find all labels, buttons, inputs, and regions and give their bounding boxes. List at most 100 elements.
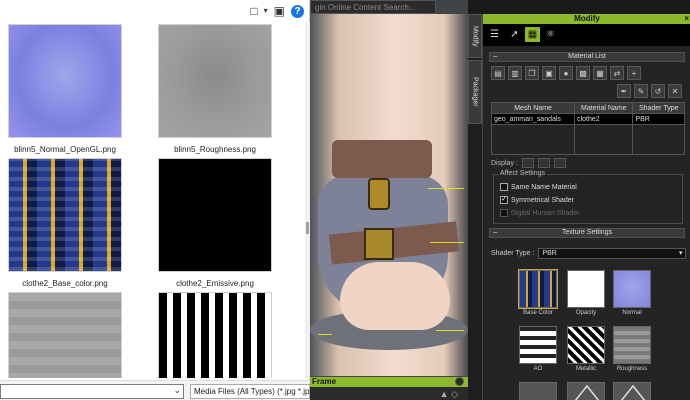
texture-settings-header[interactable]: − Texture Settings — [489, 228, 685, 238]
3d-viewport[interactable]: gin Online Content Search... Frame ▲ ◇ — [310, 0, 468, 400]
file-tile[interactable] — [158, 292, 272, 378]
texture-slot-empty[interactable] — [613, 382, 651, 400]
display-mode-button[interactable] — [553, 158, 566, 168]
section-title: Material List — [568, 53, 606, 60]
shader-type-select[interactable]: PBR ▾ — [538, 248, 687, 259]
chevron-down-icon: ▾ — [678, 250, 683, 257]
texture-thumbnail[interactable] — [519, 382, 557, 400]
sliders-icon[interactable]: ☰ — [487, 27, 502, 42]
display-row: Display : — [491, 158, 566, 168]
preview-pane-icon[interactable]: ▣ — [274, 4, 285, 18]
eyedropper-icon[interactable]: ✒ — [617, 84, 631, 98]
section-title: Texture Settings — [561, 229, 613, 236]
file-tile[interactable] — [8, 292, 122, 378]
reset-icon[interactable]: ↺ — [651, 84, 665, 98]
help-button[interactable]: ? — [291, 4, 304, 18]
panel-title: Modify — [574, 14, 600, 23]
load-material-icon[interactable]: ▤ — [491, 66, 505, 80]
file-caption: clothe2_Emissive.png — [176, 279, 254, 288]
same-name-material-checkbox[interactable]: Same Name Material — [500, 183, 577, 191]
atom-icon[interactable]: ⚛ — [543, 27, 558, 42]
selection-guide-line — [430, 242, 464, 243]
shader-type-label: Shader Type : — [491, 250, 535, 257]
toes-render — [340, 262, 450, 330]
shader-type-row: Shader Type : PBR ▾ — [491, 248, 687, 259]
file-tile[interactable]: blinn5_Normal_OpenGL.png — [8, 24, 122, 154]
save-material-icon[interactable]: ▥ — [508, 66, 522, 80]
checkbox-box[interactable] — [500, 183, 508, 191]
checkbox-label: Digital Human Shader — [511, 209, 580, 217]
file-tile[interactable]: clothe2_Base_color.png — [8, 158, 122, 288]
grid-icon[interactable]: ▦ — [593, 66, 607, 80]
selection-guide-line — [436, 330, 464, 331]
material-tool-row-1: ▤ ▥ ❐ ▣ ● ▩ ▦ ⇄ + — [491, 66, 641, 82]
display-mode-button[interactable] — [521, 158, 534, 168]
table-empty-area — [490, 124, 685, 155]
view-mode-icon[interactable]: □ — [250, 4, 257, 18]
material-table: Mesh Name Material Name Shader Type geo_… — [490, 102, 685, 155]
file-thumbnail — [8, 24, 122, 138]
thumbnail-grid: blinn5_Normal_OpenGL.png blinn5_Roughnes… — [0, 22, 306, 378]
content-search-input[interactable]: gin Online Content Search... — [310, 0, 436, 14]
paste-material-icon[interactable]: ▣ — [542, 66, 556, 80]
texture-thumbnail[interactable] — [567, 382, 605, 400]
texture-slot-opacity[interactable]: Opacity — [567, 270, 605, 316]
texture-thumbnail[interactable] — [567, 270, 605, 308]
file-thumbnail — [158, 24, 272, 138]
modify-panel: Modify × ☰ ➚ ▦ ⚛ − Material List ▤ ▥ ❐ ▣… — [482, 14, 690, 400]
texture-slot-empty[interactable] — [519, 382, 557, 400]
texture-label: AO — [533, 366, 543, 372]
checkbox-label: Symmetrical Shader — [511, 196, 575, 204]
shader-type-cell: PBR — [632, 113, 685, 125]
column-header[interactable]: Material Name — [574, 102, 634, 114]
table-row[interactable]: geo_amman_sandals clothe2 PBR — [490, 113, 685, 125]
texture-thumbnail[interactable] — [613, 326, 651, 364]
symmetrical-shader-checkbox[interactable]: ✓ Symmetrical Shader — [500, 196, 574, 204]
column-header[interactable]: Mesh Name — [490, 102, 576, 114]
material-list-header[interactable]: − Material List — [489, 52, 685, 62]
texture-thumbnail[interactable] — [519, 326, 557, 364]
column-header[interactable]: Shader Type — [632, 102, 685, 114]
texture-slot-metallic[interactable]: Metallic — [567, 326, 605, 372]
tab-packager[interactable]: Packager — [468, 60, 482, 124]
file-thumbnail — [8, 292, 122, 378]
swap-icon[interactable]: ⇄ — [610, 66, 624, 80]
add-icon[interactable]: + — [627, 66, 641, 80]
checkbox-label: Same Name Material — [511, 183, 577, 191]
texture-thumbnail[interactable] — [518, 269, 558, 309]
texture-thumbnail[interactable] — [613, 382, 651, 400]
material-tool-row-2: ✒ ✎ ↺ ✕ — [617, 84, 682, 100]
delete-icon[interactable]: ✕ — [668, 84, 682, 98]
close-icon[interactable]: × — [684, 14, 689, 24]
file-tile[interactable]: clothe2_Emissive.png — [158, 158, 272, 288]
texture-thumbnail[interactable] — [613, 270, 651, 308]
channel-icon[interactable]: ▩ — [576, 66, 590, 80]
paint-icon[interactable]: ✎ — [634, 84, 648, 98]
view-mode-dropdown-icon[interactable]: ▾ — [264, 4, 268, 18]
copy-material-icon[interactable]: ❐ — [525, 66, 539, 80]
scrollbar-thumb[interactable] — [306, 222, 309, 234]
texture-slot-empty[interactable] — [567, 382, 605, 400]
file-tile[interactable]: blinn5_Roughness.png — [158, 24, 272, 154]
frame-close-icon[interactable] — [455, 377, 464, 386]
frame-nav-icons[interactable]: ▲ ◇ — [440, 389, 458, 400]
collapse-icon[interactable]: − — [493, 53, 498, 61]
collapse-icon[interactable]: − — [493, 229, 498, 237]
texture-slot-base-color[interactable]: Base Color — [518, 269, 558, 316]
shader-ball-icon[interactable]: ● — [559, 66, 573, 80]
checkbox-box[interactable]: ✓ — [500, 196, 508, 204]
side-tab-strip: Modify Packager — [468, 14, 482, 400]
texture-thumbnail[interactable] — [567, 326, 605, 364]
filetype-select[interactable]: Media Files (All Types) (*.jpg *.jp — [190, 384, 310, 399]
texture-slot-normal[interactable]: Normal — [613, 270, 651, 316]
display-mode-button[interactable] — [537, 158, 550, 168]
tab-modify[interactable]: Modify — [468, 14, 482, 58]
digital-human-shader-checkbox: Digital Human Shader — [500, 209, 579, 217]
filename-input[interactable] — [0, 384, 184, 399]
material-checker-icon[interactable]: ▦ — [525, 27, 540, 42]
texture-slot-ao[interactable]: AO — [519, 326, 557, 372]
file-open-dialog: □ ▾ ▣ ? blinn5_Normal_OpenGL.png blinn5_… — [0, 0, 310, 400]
checkbox-box — [500, 209, 508, 217]
texture-slot-roughness[interactable]: Roughness — [613, 326, 651, 372]
motion-icon[interactable]: ➚ — [507, 27, 522, 42]
